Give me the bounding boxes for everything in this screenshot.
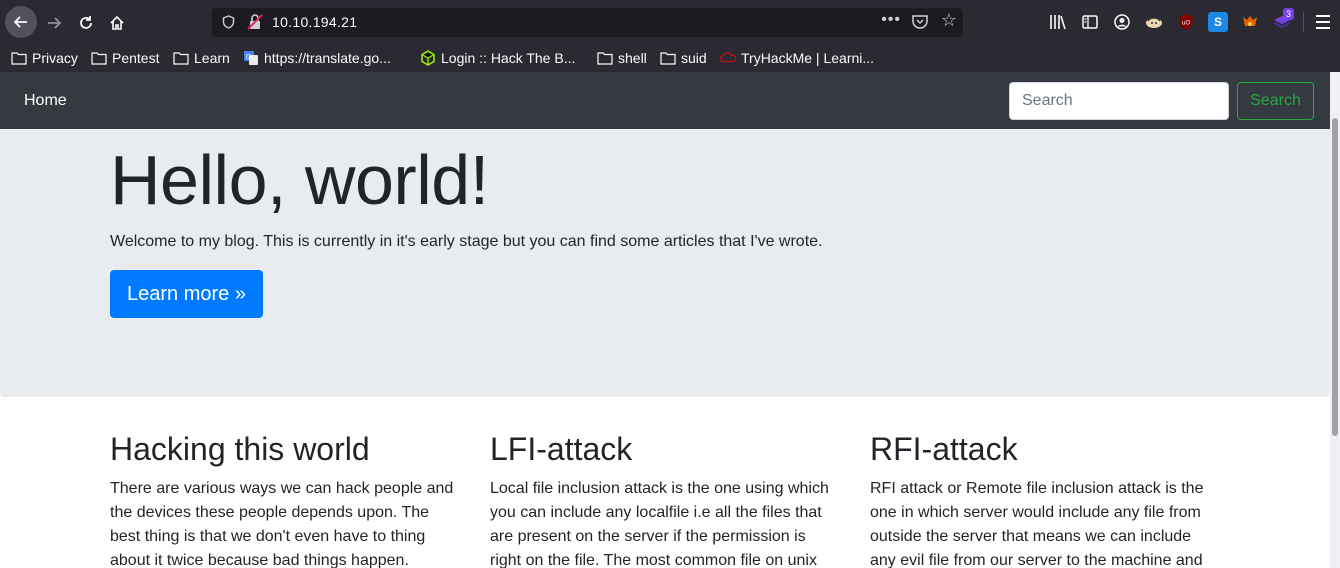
article-title: Hacking this world	[110, 431, 370, 467]
bookmark-shell[interactable]: shell	[597, 49, 647, 67]
folder-icon	[11, 51, 27, 65]
back-button[interactable]	[5, 6, 37, 38]
back-arrow-icon	[13, 16, 27, 28]
article-title: RFI-attack	[870, 431, 1018, 467]
jumbotron-lead: Welcome to my blog. This is currently in…	[110, 233, 823, 250]
tracking-shield-icon[interactable]	[220, 13, 236, 31]
article-body: There are various ways we can hack peopl…	[110, 480, 454, 568]
article-title: LFI-attack	[490, 431, 633, 467]
bookmark-label: suid	[681, 50, 707, 66]
page-scrollbar[interactable]	[1330, 72, 1340, 568]
foxyproxy-icon[interactable]	[1240, 12, 1260, 32]
tryhackme-icon	[720, 51, 736, 65]
nav-home-link[interactable]: Home	[24, 92, 67, 110]
folder-icon	[660, 51, 676, 65]
bookmark-privacy[interactable]: Privacy	[11, 49, 78, 67]
page-title: Hello, world!	[110, 141, 489, 219]
bookmark-label: shell	[618, 50, 647, 66]
folder-icon	[173, 51, 189, 65]
bookmark-label: https://translate.go...	[264, 50, 391, 66]
reload-button[interactable]	[71, 8, 101, 38]
account-icon[interactable]	[1112, 12, 1132, 32]
svg-text:G: G	[246, 53, 251, 61]
search-input[interactable]	[1009, 82, 1229, 120]
bookmarks-toolbar: Privacy Pentest Learn G https://translat…	[0, 44, 1340, 72]
bookmark-label: Pentest	[112, 50, 160, 66]
url-text[interactable]: 10.10.194.21	[272, 14, 357, 30]
jumbotron: Hello, world! Welcome to my blog. This i…	[0, 129, 1330, 397]
search-button[interactable]: Search	[1237, 82, 1314, 120]
bookmark-tryhackme[interactable]: TryHackMe | Learni...	[720, 49, 874, 67]
article-column: RFI-attack RFI attack or Remote file inc…	[870, 427, 1220, 568]
hamburger-menu-icon[interactable]	[1312, 10, 1334, 34]
article-body: Local file inclusion attack is the one u…	[490, 480, 829, 568]
cookie-extension-icon[interactable]	[1144, 12, 1164, 32]
toolbar-separator	[1303, 12, 1304, 32]
bookmark-translate[interactable]: G https://translate.go...	[243, 49, 391, 67]
forward-arrow-icon	[48, 17, 62, 29]
bookmark-pentest[interactable]: Pentest	[91, 49, 159, 67]
sidebar-icon[interactable]	[1080, 12, 1100, 32]
page-actions-menu-icon[interactable]: •••	[881, 11, 901, 29]
forward-button[interactable]	[39, 8, 69, 38]
scrollbar-thumb[interactable]	[1332, 118, 1338, 436]
bookmark-label: TryHackMe | Learni...	[741, 50, 875, 66]
page-viewport: Home Search Hello, world! Welcome to my …	[0, 72, 1330, 568]
bookmark-learn[interactable]: Learn	[173, 49, 230, 67]
article-column: Hacking this world There are various way…	[110, 427, 460, 568]
site-navbar: Home Search	[0, 72, 1330, 129]
ublock-origin-icon[interactable]: uO	[1176, 12, 1196, 32]
svg-text:uO: uO	[1182, 20, 1191, 27]
folder-icon	[91, 51, 107, 65]
bookmark-star-icon[interactable]: ☆	[941, 10, 957, 31]
home-icon	[110, 15, 124, 30]
bookmark-hackthebox[interactable]: Login :: Hack The B...	[420, 49, 575, 67]
bookmark-label: Login :: Hack The B...	[441, 50, 576, 66]
s-extension-icon[interactable]: S	[1208, 12, 1228, 32]
article-column: LFI-attack Local file inclusion attack i…	[490, 427, 840, 568]
bookmark-suid[interactable]: suid	[660, 49, 707, 67]
bookmark-label: Privacy	[32, 50, 78, 66]
url-bar[interactable]: 10.10.194.21 ••• ☆	[212, 8, 963, 37]
library-icon[interactable]	[1048, 12, 1068, 32]
home-button[interactable]	[102, 8, 132, 38]
insecure-lock-icon[interactable]	[247, 13, 263, 31]
browser-toolbar: 10.10.194.21 ••• ☆ uO S 3	[0, 0, 1340, 44]
article-body: RFI attack or Remote file inclusion atta…	[870, 480, 1204, 568]
google-translate-icon: G	[243, 51, 259, 65]
bookmark-label: Learn	[194, 50, 230, 66]
learn-more-button[interactable]: Learn more »	[110, 270, 263, 318]
hackthebox-icon	[420, 50, 436, 66]
folder-icon	[597, 51, 613, 65]
reload-icon	[80, 16, 92, 29]
extension-badge: 3	[1283, 8, 1295, 20]
pocket-icon[interactable]	[911, 13, 929, 31]
